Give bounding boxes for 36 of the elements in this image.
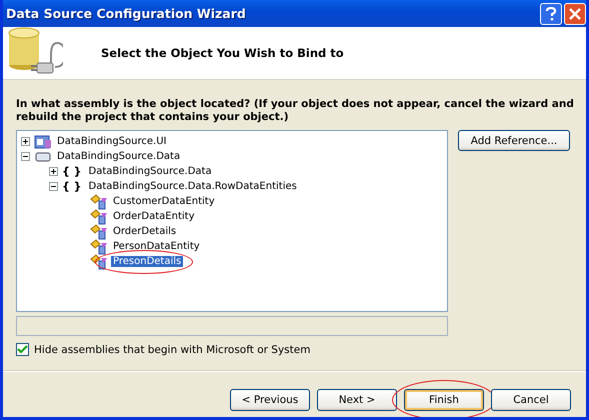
expander-icon[interactable] [49, 167, 58, 176]
class-icon [90, 194, 108, 210]
tree-item[interactable]: OrderDataEntity [111, 211, 196, 222]
class-icon [90, 224, 108, 240]
tree-item[interactable]: PersonDataEntity [111, 241, 202, 252]
checkbox-label: Hide assemblies that begin with Microsoft or System [34, 344, 310, 356]
namespace-icon: { } [62, 165, 82, 178]
class-icon [90, 254, 108, 270]
expander-icon[interactable] [21, 137, 30, 146]
assembly-icon [34, 150, 52, 164]
question-mark-icon [545, 6, 557, 20]
tree-item[interactable]: PresonDetails [111, 256, 184, 267]
namespace-icon: { } [62, 180, 82, 193]
close-button[interactable] [564, 2, 586, 24]
class-icon [90, 238, 108, 254]
window-title: Data Source Configuration Wizard [6, 6, 247, 21]
tree-item[interactable]: DataBindingSource.Data [55, 151, 182, 162]
wizard-button[interactable]: Cancel [491, 389, 571, 411]
expander-icon[interactable] [21, 152, 30, 161]
tree-item[interactable]: DataBindingSource.Data [86, 166, 214, 177]
wizard-button[interactable]: Finish [404, 389, 484, 411]
wizard-button[interactable]: Next > [317, 389, 397, 411]
wizard-button[interactable]: < Previous [230, 389, 310, 411]
page-heading: Select the Object You Wish to Bind to [100, 46, 344, 60]
tree-item[interactable]: DataBindingSource.UI [55, 136, 168, 147]
close-icon [569, 8, 581, 20]
expander-icon[interactable] [49, 182, 58, 191]
project-icon [34, 134, 52, 148]
help-button[interactable] [540, 2, 562, 24]
checkbox[interactable] [16, 343, 29, 356]
class-icon [90, 208, 108, 224]
add-reference-button[interactable]: Add Reference... [458, 130, 570, 151]
tree-item[interactable]: CustomerDataEntity [111, 196, 217, 207]
tree-item[interactable]: OrderDetails [111, 226, 178, 237]
tree-item[interactable]: DataBindingSource.Data.RowDataEntities [86, 181, 299, 192]
instruction-text: In what assembly is the object located? (If your object does not appear, cancel the wizard and rebuild the project that contains your object.) [16, 98, 574, 124]
